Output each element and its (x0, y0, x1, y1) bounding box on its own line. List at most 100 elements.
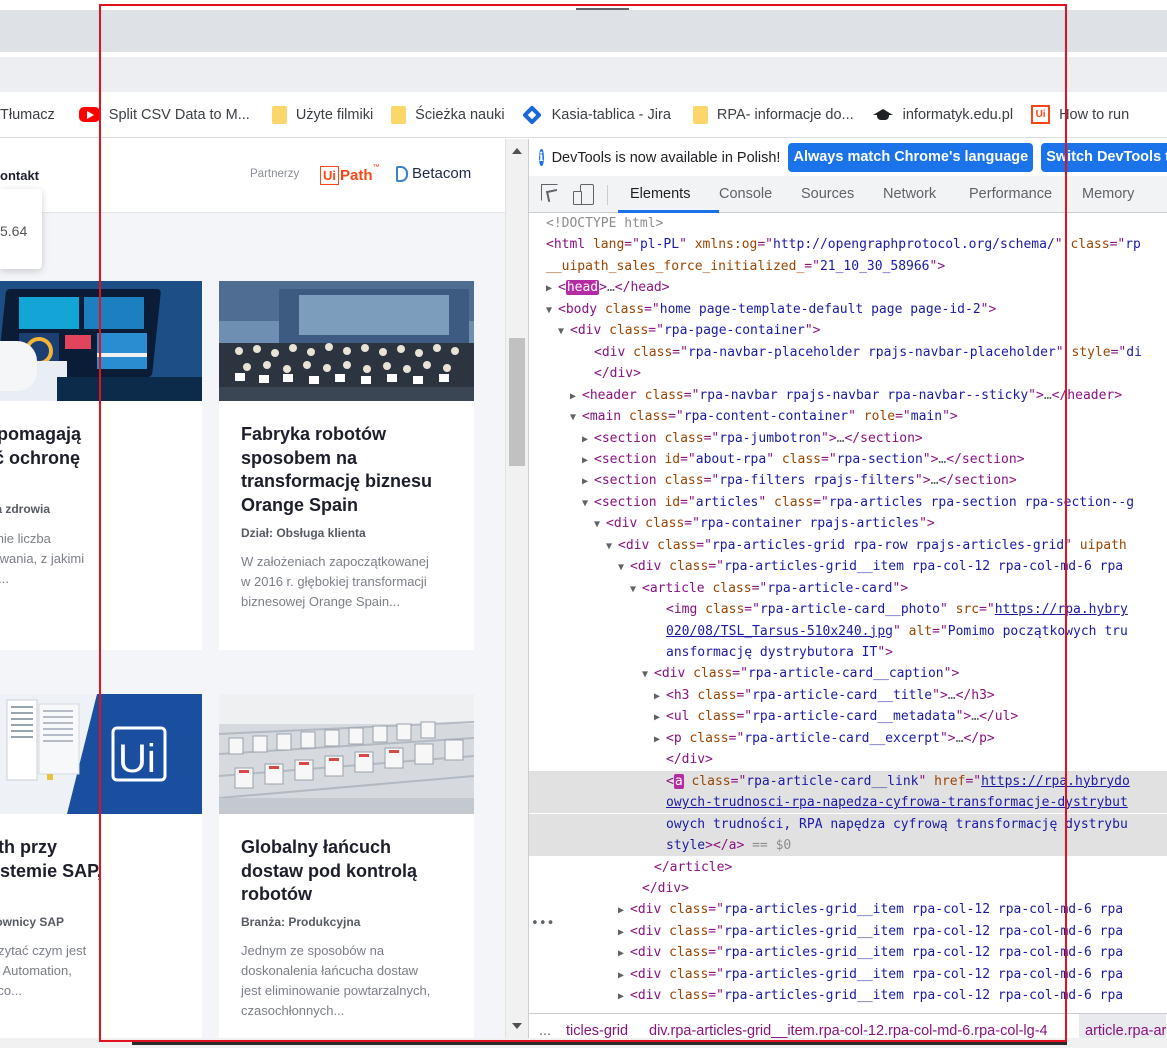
bookmark-split-csv[interactable]: Split CSV Data to M... (71, 100, 260, 130)
dom-node-line[interactable]: ▶ <head>…</head> (529, 277, 1167, 298)
collapse-triangle-icon[interactable]: ▶ (582, 450, 594, 470)
dom-node-line[interactable]: ▼ <article class="rpa-article-card"> (529, 578, 1167, 599)
dom-node-line[interactable]: <!DOCTYPE html> (529, 213, 1167, 234)
expand-triangle-icon[interactable]: ▼ (570, 407, 582, 427)
tab-console[interactable]: Console (719, 176, 772, 213)
bookmark-uzyte-filmiki[interactable]: Użyte filmiki (264, 100, 383, 130)
switch-devtools-language-button[interactable]: Switch DevTools t (1041, 143, 1167, 172)
tab-memory[interactable]: Memory (1082, 176, 1134, 213)
dom-node-line[interactable]: ▼ <div class="rpa-articles-grid__item rpa… (529, 556, 1167, 577)
article-title[interactable]: roboty pomagają prawnić ochronę owia (0, 423, 151, 494)
dom-node-line[interactable]: owych-trudnosci-rpa-napedza-cyfrowa-tran… (529, 792, 1167, 814)
dom-node-line[interactable]: <html lang="pl-PL" xmlns:og="http://open… (529, 234, 1167, 255)
dom-node-line[interactable]: ▶ <div class="rpa-articles-grid__item rpa… (529, 985, 1167, 1006)
bookmark-informatyk[interactable]: informatyk.edu.pl (864, 100, 1023, 130)
horizontal-scrollbar[interactable] (132, 1040, 1067, 1045)
dom-token: "> (942, 409, 958, 425)
bookmark-tlumacz[interactable]: Tłumacz (0, 100, 65, 130)
tab-performance[interactable]: Performance (969, 176, 1052, 213)
bookmark-label: Split CSV Data to M... (108, 106, 250, 123)
dom-node-line[interactable]: <a class="rpa-article-card__link" href="… (529, 770, 1167, 792)
dom-node-line[interactable]: ▶ <h3 class="rpa-article-card__title">…</… (529, 685, 1167, 706)
address-bar[interactable] (0, 56, 1167, 92)
inspect-element-icon[interactable] (541, 184, 558, 201)
expand-triangle-icon[interactable]: ▼ (606, 536, 618, 556)
dom-node-line[interactable]: style></a> == $0 (529, 835, 1167, 857)
dom-node-line[interactable]: ▼ <div class="rpa-container rpajs-article… (529, 513, 1167, 534)
dom-node-line[interactable]: ▼ <section id="articles" class="rpa-artic… (529, 492, 1167, 513)
article-card[interactable]: Fabryka robotów sposobem na transformacj… (219, 281, 474, 650)
dom-node-line[interactable]: ▶ <div class="rpa-articles-grid__item rpa… (529, 942, 1167, 963)
dom-node-line[interactable]: <img class="rpa-article-card__photo" src… (529, 599, 1167, 620)
scrollbar-thumb[interactable] (509, 338, 525, 466)
expand-triangle-icon[interactable]: ▼ (558, 321, 570, 341)
device-toolbar-icon[interactable] (573, 184, 594, 205)
collapse-triangle-icon[interactable]: ▶ (618, 986, 630, 1006)
dom-node-line[interactable]: ▼ <main class="rpa-content-container" rol… (529, 406, 1167, 427)
dom-node-line[interactable]: ▶ <div class="rpa-articles-grid__item rpa… (529, 899, 1167, 920)
dom-node-line[interactable]: 020/08/TSL_Tarsus-510x240.jpg" alt="Pomi… (529, 621, 1167, 642)
dom-node-line[interactable]: ▶ <section class="rpa-jumbotron">…</secti… (529, 428, 1167, 449)
dom-node-line[interactable]: </div> (529, 878, 1167, 899)
collapse-triangle-icon[interactable]: ▶ (618, 922, 630, 942)
expand-triangle-icon[interactable]: ▼ (582, 493, 594, 513)
dom-node-line[interactable]: ▶ <p class="rpa-article-card__excerpt">…<… (529, 728, 1167, 749)
page-scrollbar[interactable] (505, 139, 528, 1038)
collapse-triangle-icon[interactable]: ▶ (582, 471, 594, 491)
collapse-triangle-icon[interactable]: ▶ (618, 900, 630, 920)
dom-node-line[interactable]: </article> (529, 857, 1167, 878)
tab-sources[interactable]: Sources (801, 176, 854, 213)
dom-node-line[interactable]: ▼ <div class="rpa-article-card__caption"> (529, 663, 1167, 684)
bookmark-jira[interactable]: Kasia-tablica - Jira (515, 100, 681, 130)
dom-token: </section> (938, 473, 1017, 489)
expand-triangle-icon[interactable]: ▼ (546, 300, 558, 320)
dom-node-line[interactable]: ▶ <section class="rpa-filters rpajs-filte… (529, 470, 1167, 491)
article-title[interactable]: Globalny łańcuch dostaw pod kontrolą rob… (241, 836, 456, 907)
always-match-language-button[interactable]: Always match Chrome's language (788, 143, 1034, 172)
article-title[interactable]: ot UiPath przy cy w systemie SAP, li... (0, 836, 151, 907)
scroll-up-arrow-icon[interactable] (512, 148, 522, 154)
collapse-triangle-icon[interactable]: ▶ (654, 686, 666, 706)
dom-node-line[interactable]: ▶ <section id="about-rpa" class="rpa-sect… (529, 449, 1167, 470)
expand-triangle-icon[interactable]: ▼ (594, 514, 606, 534)
tab-network[interactable]: Network (883, 176, 936, 213)
uipath-logo[interactable]: Ui Path ™ (320, 164, 380, 186)
article-card[interactable]: Globalny łańcuch dostaw pod kontrolą rob… (219, 694, 474, 1048)
collapse-triangle-icon[interactable]: ▶ (546, 278, 558, 298)
nav-link-kontakt[interactable]: ontakt (0, 168, 39, 183)
dom-token: class (689, 730, 729, 746)
dom-node-line[interactable]: ▶ <header class="rpa-navbar rpajs-navbar … (529, 385, 1167, 406)
collapse-triangle-icon[interactable]: ▶ (618, 943, 630, 963)
expand-triangle-icon[interactable]: ▼ (642, 664, 654, 684)
dom-node-line[interactable]: </div> (529, 363, 1167, 384)
dom-node-line[interactable]: ▶ <ul class="rpa-article-card__metadata">… (529, 706, 1167, 727)
dom-node-line[interactable]: __uipath_sales_force_initialized_="21_10… (529, 256, 1167, 277)
expand-triangle-icon[interactable]: ▼ (618, 557, 630, 577)
article-title[interactable]: Fabryka robotów sposobem na transformacj… (241, 423, 456, 517)
bookmark-sciezka-nauki[interactable]: Ścieżka nauki (383, 100, 514, 130)
dom-node-line[interactable]: ansformację dystrybutora IT"> (529, 642, 1167, 663)
dom-node-line[interactable]: owych trudności, RPA napędza cyfrową tra… (529, 813, 1167, 835)
tab-elements[interactable]: Elements (630, 176, 690, 213)
article-card[interactable]: roboty pomagają prawnić ochronę owia nża… (0, 281, 202, 650)
dom-node-line[interactable]: ▶ <div class="rpa-articles-grid__item rpa… (529, 964, 1167, 985)
bookmark-rpa-informacje[interactable]: RPA- informacje do... (685, 100, 864, 130)
collapse-triangle-icon[interactable]: ▶ (582, 429, 594, 449)
collapse-triangle-icon[interactable]: ▶ (654, 707, 666, 727)
collapse-triangle-icon[interactable]: ▶ (570, 386, 582, 406)
dom-node-line[interactable]: </div> (529, 749, 1167, 770)
expand-triangle-icon[interactable]: ▼ (630, 579, 642, 599)
collapse-triangle-icon[interactable]: ▶ (618, 965, 630, 985)
dom-node-line[interactable]: <div class="rpa-navbar-placeholder rpajs… (529, 342, 1167, 363)
dom-node-line[interactable]: ▼ <div class="rpa-page-container"> (529, 320, 1167, 341)
node-actions-icon[interactable]: ••• (531, 916, 554, 931)
dom-node-line[interactable]: ▼ <body class="home page-template-default… (529, 299, 1167, 320)
dom-node-line[interactable]: ▶ <div class="rpa-articles-grid__item rpa… (529, 921, 1167, 942)
elements-dom-tree[interactable]: <!DOCTYPE html> <html lang="pl-PL" xmlns:… (529, 213, 1167, 1013)
scroll-down-arrow-icon[interactable] (512, 1023, 522, 1029)
article-card[interactable]: Ui ot UiPath przy cy w systemie SAP, li.… (0, 694, 202, 1048)
betacom-logo[interactable]: Betacom (396, 165, 471, 182)
dom-node-line[interactable]: ▼ <div class="rpa-articles-grid rpa-row r… (529, 535, 1167, 556)
collapse-triangle-icon[interactable]: ▶ (654, 729, 666, 749)
bookmark-how-to-run[interactable]: Ui How to run (1023, 100, 1139, 130)
